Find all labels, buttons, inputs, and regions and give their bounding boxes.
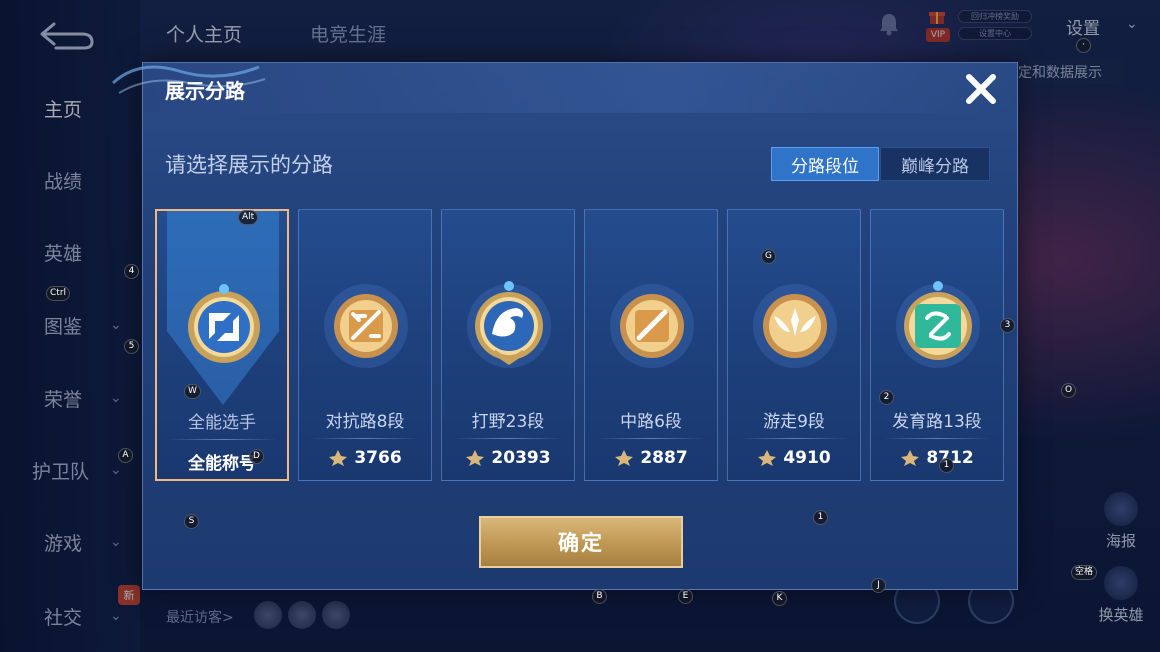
- divider: [169, 439, 277, 440]
- lane-card-stat: 全能称号: [157, 449, 287, 474]
- lane-card-label: 发育路13段: [892, 412, 982, 432]
- lane-card-stat: 3766: [299, 448, 431, 468]
- key-hint: K: [772, 591, 787, 606]
- power-icon: [615, 450, 634, 466]
- key-hint: 2: [879, 390, 894, 405]
- dialog-header: 展示分路: [111, 63, 1017, 113]
- lane-card-stat-value: 20393: [491, 448, 551, 468]
- key-hint: 空格: [1071, 565, 1098, 580]
- lane-card-mid[interactable]: 中路6段 2887: [584, 209, 718, 481]
- lane-card-label: 全能选手: [188, 413, 256, 433]
- lane-card-stat-value: 3766: [354, 448, 402, 468]
- key-hint: 5: [124, 339, 139, 354]
- divider: [454, 438, 562, 439]
- power-icon: [758, 450, 777, 466]
- clash-lane-emblem-icon: [324, 284, 408, 368]
- key-hint: 4: [124, 264, 139, 279]
- key-hint: J: [871, 578, 886, 593]
- key-hint: 1: [939, 458, 954, 473]
- key-hint: Ctrl: [46, 286, 71, 301]
- key-hint: O: [1061, 383, 1077, 398]
- lane-card-allround[interactable]: 全能选手 全能称号: [155, 209, 289, 481]
- lane-card-clash[interactable]: 对抗路8段 3766: [298, 209, 432, 481]
- lane-card-stat: 4910: [728, 448, 860, 468]
- roam-emblem-icon: [753, 284, 837, 368]
- lane-card-label: 对抗路8段: [325, 412, 405, 432]
- divider: [311, 438, 419, 439]
- lane-card-stat-value: 2887: [640, 448, 688, 468]
- lane-display-dialog: 展示分路 请选择展示的分路 分路段位 巅峰分路 全能选手 全能称号 对抗路8段 …: [111, 62, 1018, 590]
- dialog-title: 展示分路: [165, 79, 245, 103]
- tab-lane-rank[interactable]: 分路段位: [771, 147, 879, 181]
- lane-card-jungle[interactable]: 打野23段 20393: [441, 209, 575, 481]
- lane-card-stat-value: 全能称号: [188, 454, 256, 474]
- divider: [597, 438, 705, 439]
- power-icon: [466, 450, 485, 466]
- key-hint: A: [118, 448, 133, 463]
- key-hint: D: [249, 449, 264, 464]
- power-icon: [329, 450, 348, 466]
- key-hint: 1: [813, 510, 828, 525]
- lane-card-label: 中路6段: [620, 412, 682, 432]
- lane-card-farm[interactable]: 发育路13段 8712: [870, 209, 1004, 481]
- confirm-button[interactable]: 确定: [479, 516, 683, 568]
- key-hint: S: [184, 514, 199, 529]
- key-hint: G: [761, 249, 776, 264]
- allround-emblem-icon: [188, 284, 260, 363]
- lane-card-stat: 20393: [442, 448, 574, 468]
- lane-card-roam[interactable]: 游走9段 4910: [727, 209, 861, 481]
- farm-lane-emblem-icon: [896, 281, 980, 368]
- key-hint: W: [184, 384, 201, 399]
- divider: [740, 438, 848, 439]
- jungle-emblem-icon: [467, 281, 551, 368]
- mid-lane-emblem-icon: [610, 284, 694, 368]
- tab-peak-lane[interactable]: 巅峰分路: [880, 147, 990, 181]
- lane-card-stat: 2887: [585, 448, 717, 468]
- key-hint: E: [678, 589, 693, 604]
- key-hint: 3: [1000, 318, 1015, 333]
- lane-card-label: 打野23段: [471, 412, 545, 432]
- close-icon: [966, 74, 996, 104]
- lane-card-stat: 8712: [871, 448, 1003, 468]
- key-hint: ·: [1076, 38, 1091, 53]
- lane-card-label: 游走9段: [763, 412, 825, 432]
- power-icon: [901, 450, 920, 466]
- lane-card-stat-value: 4910: [783, 448, 831, 468]
- key-hint: Alt: [238, 210, 259, 225]
- divider: [883, 438, 991, 439]
- close-button[interactable]: [961, 69, 1001, 109]
- dialog-prompt: 请选择展示的分路: [165, 153, 333, 177]
- key-hint: B: [592, 589, 607, 604]
